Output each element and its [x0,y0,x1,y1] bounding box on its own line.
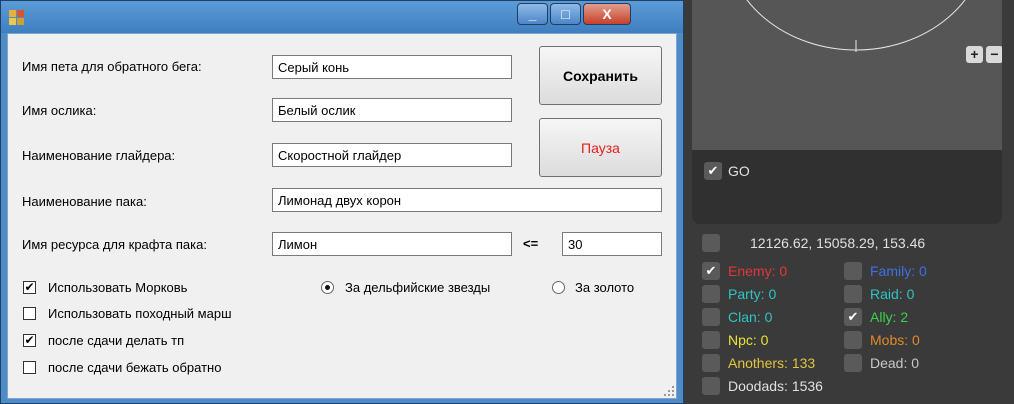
clan-checkbox[interactable] [702,308,720,326]
gold-radio-circle[interactable] [552,281,565,294]
dead-checkbox[interactable] [844,354,862,372]
coords-checkbox[interactable] [702,234,720,252]
mobs-checkbox[interactable] [844,331,862,349]
coordinates-readout: 12126.62, 15058.29, 153.46 [750,235,926,251]
carrot-checkbox-box[interactable]: ✔ [23,281,36,294]
minimize-button[interactable]: _ [517,3,548,25]
doodads-filter-label: Doodads: 1536 [728,378,823,394]
anothers-filter-label: Anothers: 133 [728,355,816,371]
npc-checkbox[interactable] [702,331,720,349]
radar-view[interactable]: + − [692,0,1002,150]
family-filter-label: Family: 0 [870,263,927,279]
ally-checkbox[interactable]: ✔ [844,308,862,326]
ally-filter-label: Ally: 2 [870,309,909,325]
resource-name-input[interactable]: Лимон [272,232,512,256]
zoom-in-button[interactable]: + [966,46,983,63]
teleport-checkbox-box[interactable]: ✔ [23,334,36,347]
delphi-radio-label[interactable]: За дельфийские звезды [345,280,490,295]
pet-name-input[interactable]: Серый конь [272,55,512,79]
maximize-button[interactable]: □ [550,3,581,25]
resource-name-label: Имя ресурса для крафта пака: [22,237,207,252]
doodads-checkbox[interactable] [702,377,720,395]
go-section: ✔ GO [692,150,1002,224]
anothers-checkbox[interactable] [702,354,720,372]
enemy-filter-label: Enemy: 0 [728,263,788,279]
carrot-checkbox-label[interactable]: Использовать Морковь [48,280,187,295]
gold-radio-label[interactable]: За золото [575,280,634,295]
screen: _ □ X Имя пета для обратного бега: Серый… [0,0,1014,404]
march-checkbox-label[interactable]: Использовать походный марш [48,306,232,321]
raid-checkbox[interactable] [844,285,862,303]
settings-window: _ □ X Имя пета для обратного бега: Серый… [0,0,684,404]
threshold-input[interactable]: 30 [562,232,662,256]
run-back-checkbox-label[interactable]: после сдачи бежать обратно [48,360,221,375]
form-area: Имя пета для обратного бега: Серый конь … [7,33,677,399]
raid-filter-label: Raid: 0 [870,286,915,302]
mobs-filter-label: Mobs: 0 [870,332,920,348]
pack-name-input[interactable]: Лимонад двух корон [272,188,662,212]
clan-filter-label: Clan: 0 [728,309,773,325]
party-checkbox[interactable] [702,285,720,303]
resize-grip-icon[interactable] [660,382,674,396]
zoom-out-button[interactable]: − [986,46,1002,63]
teleport-checkbox-label[interactable]: после сдачи делать тп [48,333,184,348]
pack-name-label: Наименование пака: [22,194,147,209]
donkey-name-label: Имя ослика: [22,103,97,118]
donkey-name-input[interactable]: Белый ослик [272,98,512,122]
app-icon [9,10,25,26]
glider-name-input[interactable]: Скоростной глайдер [272,143,512,167]
pet-name-label: Имя пета для обратного бега: [22,59,202,74]
go-label: GO [728,163,750,179]
delphi-radio-circle[interactable] [321,281,334,294]
march-checkbox-box[interactable] [23,307,36,320]
enemy-checkbox[interactable]: ✔ [702,262,720,280]
glider-name-label: Наименование глайдера: [22,148,176,163]
close-button[interactable]: X [583,3,631,25]
title-bar[interactable]: _ □ X [1,1,683,33]
family-checkbox[interactable] [844,262,862,280]
go-checkbox[interactable]: ✔ [704,162,722,180]
less-equal-sign: <= [523,236,539,251]
save-button[interactable]: Сохранить [539,46,662,105]
radar-panel: + − ✔ GO 12126.62, 15058.29, 153.46 ✔ En… [684,0,1014,404]
party-filter-label: Party: 0 [728,286,777,302]
radar-circle-icon [746,0,966,52]
pause-button[interactable]: Пауза [539,118,662,177]
run-back-checkbox-box[interactable] [23,361,36,374]
npc-filter-label: Npc: 0 [728,332,769,348]
dead-filter-label: Dead: 0 [870,355,920,371]
